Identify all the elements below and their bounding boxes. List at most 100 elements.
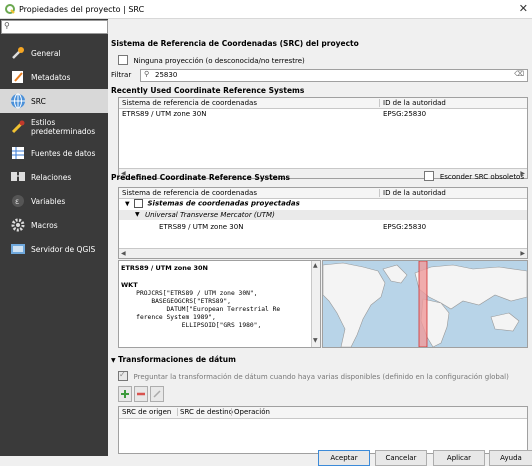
sidebar-item-src[interactable]: SRC: [0, 89, 108, 113]
tree-item-authority: EPSG:25830: [383, 223, 427, 231]
col-id-header: ID de la autoridad: [379, 189, 446, 197]
tree-item[interactable]: ETRS89 / UTM zone 30N: [159, 223, 243, 231]
sidebar-item-label: SRC: [31, 96, 46, 106]
recent-crs-table[interactable]: Sistema de referencia de coordenadas ID …: [118, 97, 528, 179]
sidebar-item-label: Estilos predeterminados: [31, 118, 96, 136]
sidebar-search-input[interactable]: ⚲: [1, 20, 108, 34]
collapse-icon[interactable]: ▼: [111, 357, 116, 364]
tree-group[interactable]: ▼ Sistemas de coordenadas proyectadas: [125, 199, 300, 208]
sidebar-item-relaciones[interactable]: Relaciones: [0, 165, 108, 189]
table-header: Sistema de referencia de coordenadas ID …: [119, 98, 527, 109]
sidebar-item-servidor[interactable]: Servidor de QGIS: [0, 237, 108, 261]
relations-icon: [10, 169, 26, 185]
vertical-scrollbar[interactable]: ▲ ▼: [311, 261, 320, 347]
apply-button[interactable]: Aplicar: [433, 450, 485, 466]
datum-section-header[interactable]: ▼ Transformaciones de dátum: [111, 355, 236, 364]
no-projection-label: Ninguna proyección (o desconocida/no ter…: [133, 56, 305, 65]
col-op-header: Operación: [231, 408, 270, 416]
window-title: Propiedades del proyecto | SRC: [19, 4, 145, 14]
filter-input[interactable]: ⚲ 25830 ⌫: [140, 69, 528, 82]
expand-icon[interactable]: ▼: [135, 211, 140, 218]
hide-obsolete-label: Esconder SRC obsoletos: [439, 172, 524, 181]
sidebar-item-fuentes[interactable]: Fuentes de datos: [0, 141, 108, 165]
col-source-header: SRC de origen: [122, 408, 172, 416]
col-id-header: ID de la autoridad: [379, 99, 446, 107]
add-transformation-button[interactable]: [118, 386, 132, 402]
scroll-up-icon[interactable]: ▲: [313, 262, 318, 269]
sidebar-item-estilos[interactable]: Estilos predeterminados: [0, 113, 108, 141]
tree-subgroup[interactable]: ▼ Universal Transverse Mercator (UTM): [119, 210, 527, 220]
predefined-crs-tree[interactable]: Sistema de referencia de coordenadas ID …: [118, 187, 528, 259]
datum-ask-row: ✓ Preguntar la transformación de dátum c…: [118, 370, 509, 381]
sidebar-item-general[interactable]: General: [0, 41, 108, 65]
server-icon: [10, 241, 26, 257]
add-icon: [121, 390, 129, 398]
sidebar-item-label: Variables: [31, 196, 66, 206]
sidebar-item-macros[interactable]: Macros: [0, 213, 108, 237]
search-icon: ⚲: [4, 21, 10, 30]
tree-group-label: Sistemas de coordenadas proyectadas: [147, 199, 300, 208]
sidebar-item-label: Relaciones: [31, 172, 72, 182]
remove-icon: [137, 392, 145, 396]
sidebar: ⚲ General Metadatos SRC Estilos predeter…: [0, 19, 108, 456]
gear-icon: [10, 217, 26, 233]
title-bar: Propiedades del proyecto | SRC ✕: [0, 0, 532, 19]
qgis-logo-icon: [5, 4, 15, 14]
pencil-icon: [153, 390, 161, 398]
sidebar-item-label: General: [31, 48, 61, 58]
sidebar-item-variables[interactable]: ε Variables: [0, 189, 108, 213]
section-heading: Sistema de Referencia de Coordenadas (SR…: [111, 39, 359, 48]
tree-item-name: ETRS89 / UTM zone 30N: [159, 223, 244, 231]
sidebar-item-metadatos[interactable]: Metadatos: [0, 65, 108, 89]
scroll-left-icon[interactable]: ◀: [121, 250, 126, 257]
metadata-icon: [10, 69, 26, 85]
close-icon[interactable]: ✕: [519, 2, 528, 15]
datum-transform-table[interactable]: SRC de origen SRC de destino Operación: [118, 406, 528, 454]
col-dest-header: SRC de destino: [177, 408, 233, 416]
scroll-right-icon[interactable]: ▶: [520, 250, 525, 257]
table-row[interactable]: ETRS89 / UTM zone 30N: [122, 110, 206, 118]
wkt-label: WKT: [121, 281, 138, 289]
sidebar-item-label: Metadatos: [31, 72, 71, 82]
datum-ask-label: Preguntar la transformación de dátum cua…: [133, 372, 509, 381]
hide-obsolete-checkbox[interactable]: [424, 171, 435, 181]
table-header: SRC de origen SRC de destino Operación: [119, 407, 527, 419]
grid-icon: [134, 199, 144, 208]
sidebar-item-label: Fuentes de datos: [31, 148, 96, 158]
wkt-text: PROJCRS["ETRS89 / UTM zone 30N", BASEGEO…: [136, 290, 281, 329]
datum-ask-checkbox[interactable]: ✓: [118, 370, 128, 381]
tree-item-id: EPSG:25830: [383, 223, 426, 231]
no-projection-checkbox[interactable]: [118, 55, 128, 65]
filter-value: 25830: [155, 71, 178, 79]
table-row-id: EPSG:25830: [383, 110, 426, 118]
datum-title: Transformaciones de dátum: [118, 355, 236, 364]
wrench-icon: [10, 45, 26, 61]
col-crs-header: Sistema de referencia de coordenadas: [122, 189, 257, 197]
table-header: Sistema de referencia de coordenadas ID …: [119, 188, 527, 199]
accept-button[interactable]: Aceptar: [318, 450, 370, 466]
main-panel: Sistema de Referencia de Coordenadas (SR…: [108, 19, 532, 466]
remove-transformation-button[interactable]: [134, 386, 148, 402]
brush-icon: [10, 119, 26, 135]
svg-text:ε: ε: [15, 197, 19, 206]
recent-crs-name: ETRS89 / UTM zone 30N: [122, 110, 207, 118]
hide-obsolete-row: Esconder SRC obsoletos: [424, 171, 524, 181]
scroll-down-icon[interactable]: ▼: [313, 337, 318, 344]
sidebar-item-label: Servidor de QGIS: [31, 244, 96, 254]
variables-icon: ε: [10, 193, 26, 209]
col-crs-header: Sistema de referencia de coordenadas: [122, 99, 257, 107]
expand-icon[interactable]: ▼: [125, 201, 130, 208]
cancel-button[interactable]: Cancelar: [375, 450, 427, 466]
filter-label: Filtrar: [111, 71, 132, 79]
edit-transformation-button[interactable]: [150, 386, 164, 402]
clear-icon[interactable]: ⌫: [514, 70, 524, 78]
recent-crs-id: EPSG:25830: [383, 110, 427, 118]
predefined-title: Predefined Coordinate Reference Systems: [111, 173, 291, 182]
help-button[interactable]: Ayuda: [489, 450, 532, 466]
horizontal-scrollbar[interactable]: ◀ ▶: [119, 248, 527, 258]
recent-title: Recently Used Coordinate Reference Syste…: [111, 86, 305, 95]
globe-icon: [10, 93, 26, 109]
no-projection-row: Ninguna proyección (o desconocida/no ter…: [118, 55, 305, 65]
tree-subgroup-label: Universal Transverse Mercator (UTM): [145, 211, 275, 219]
details-crs-name: ETRS89 / UTM zone 30N: [121, 264, 208, 272]
